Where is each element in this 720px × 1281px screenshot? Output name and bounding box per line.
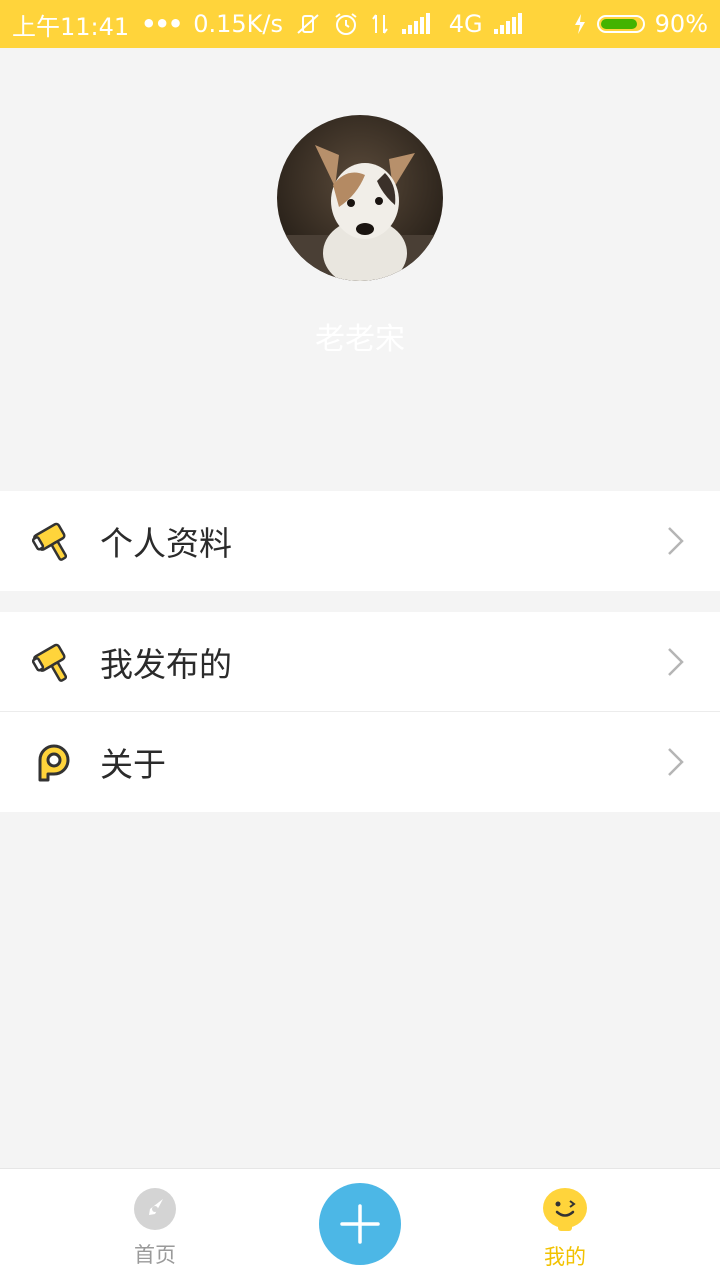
profile-header: 老老宋 (0, 48, 720, 490)
menu-item-profile[interactable]: 个人资料 (0, 491, 720, 591)
hammer-icon (32, 640, 76, 684)
menu-group-profile: 个人资料 (0, 491, 720, 591)
alarm-icon (333, 11, 359, 37)
smiley-icon (543, 1188, 587, 1231)
chevron-right-icon (666, 746, 686, 778)
menu-item-about[interactable]: 关于 (0, 712, 720, 812)
menu-label-about: 关于 (100, 745, 166, 784)
bottom-navigation: 首页 我的 (0, 1168, 720, 1281)
charging-icon (573, 13, 587, 35)
signal-icon (401, 13, 431, 35)
chevron-right-icon (666, 646, 686, 678)
battery-percent: 90% (654, 10, 708, 38)
compass-icon (134, 1188, 176, 1230)
status-network-type: 4G (448, 10, 483, 38)
status-dots: ••• (141, 10, 183, 38)
status-bar: 上午11:41 ••• 0.15K/s 4G 90% (0, 0, 720, 48)
dog-avatar[interactable] (277, 115, 443, 281)
signal-icon (493, 13, 523, 35)
nav-tab-home[interactable]: 首页 (105, 1187, 205, 1269)
battery-icon (596, 15, 645, 33)
menu-label-my-posts: 我发布的 (100, 644, 232, 684)
nav-label-home: 首页 (134, 1243, 176, 1267)
username: 老老宋 (315, 322, 405, 357)
battery-level (600, 19, 637, 29)
data-transfer-icon (371, 11, 389, 37)
nav-label-mine: 我的 (544, 1245, 586, 1269)
chevron-right-icon (666, 525, 686, 557)
p-logo-icon (32, 740, 76, 784)
status-time: 上午11:41 (12, 12, 130, 41)
hammer-icon (32, 519, 76, 563)
plus-icon (340, 1204, 380, 1244)
add-post-button[interactable] (319, 1183, 401, 1265)
menu-label-profile: 个人资料 (100, 524, 232, 563)
menu-group-more: 我发布的 关于 (0, 612, 720, 812)
status-network-speed: 0.15K/s (193, 10, 283, 38)
menu-item-my-posts[interactable]: 我发布的 (0, 612, 720, 712)
nav-tab-mine[interactable]: 我的 (515, 1187, 615, 1271)
vibrate-off-icon (295, 11, 321, 37)
